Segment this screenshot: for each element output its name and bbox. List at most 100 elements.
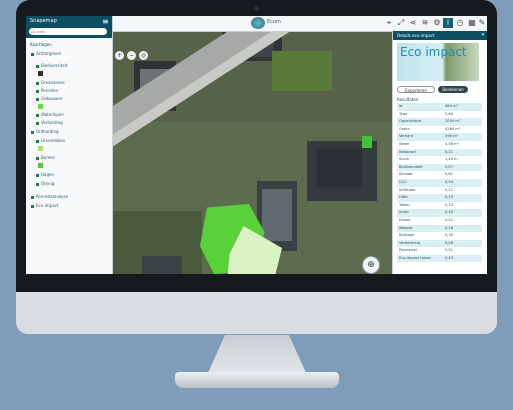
banner-text: Eco impact [400, 45, 467, 59]
table-value: 0,43 [445, 255, 454, 260]
sidebar-item-label: Groenzones [41, 80, 65, 85]
table-row: Bebouwd 0,21 [397, 148, 482, 157]
detail-panel: Details eco-impact × Eco impact Exporter… [392, 31, 487, 274]
table-value: 0,18 [445, 225, 454, 230]
checkbox-icon[interactable] [36, 139, 39, 143]
checkbox-icon[interactable] [36, 64, 39, 68]
calculate-button[interactable]: Berekenen [438, 86, 468, 93]
info-icon[interactable]: i [443, 18, 453, 28]
table-row: Verhard 396 m² [397, 133, 482, 141]
table-row: Id 484 m² [397, 103, 482, 111]
checkbox-icon[interactable] [36, 156, 39, 160]
sidebar-item[interactable]: Overig [36, 181, 54, 186]
map-lawn [272, 51, 332, 91]
search-input[interactable] [29, 28, 107, 35]
table-key: Potentieel [399, 248, 417, 253]
table-key: Verhard [399, 134, 413, 139]
table-value: 0,61 [445, 172, 454, 177]
table-row: Klasse 0,21 [397, 217, 482, 225]
table-key: Oppervlakte [399, 119, 422, 124]
table-value: 0,26 [445, 240, 454, 245]
sidebar-item[interactable]: Verharding [36, 120, 63, 125]
table-value: 4264 m² [445, 126, 461, 131]
zoom-in-icon[interactable]: + [115, 51, 124, 60]
table-key: Verbetering [399, 240, 421, 245]
map-canvas[interactable]: + − ◎ ⊕ [112, 31, 392, 274]
eco-impact-banner: Eco impact [397, 43, 479, 81]
sidebar-item[interactable]: Achtergrond [31, 51, 61, 56]
sidebar-item[interactable]: Groenzones [36, 80, 65, 85]
sidebar-item-label: Bomen [41, 155, 56, 160]
table-value: 0,33 [445, 202, 454, 207]
monitor-stand-neck [207, 335, 307, 375]
table-key: Type [399, 111, 408, 116]
table-key: Id [399, 104, 403, 108]
table-row: Score 1,40 m [397, 156, 482, 164]
table-row: Type 0,84 [397, 111, 482, 119]
clock-icon[interactable]: ◷ [455, 18, 465, 28]
checkbox-icon[interactable] [31, 204, 34, 208]
fullscreen-icon[interactable]: ⤢ [396, 18, 406, 28]
table-value: 0,22 [445, 187, 454, 192]
sidebar-item-label: Gebouwen [41, 96, 63, 101]
zoom-out-icon[interactable]: − [127, 51, 136, 60]
panel-title: Details eco-impact [397, 33, 435, 38]
table-key: Biodiversiteit [399, 164, 423, 169]
results-subtitle: Resultaten [397, 97, 419, 102]
edit-icon[interactable]: ✎ [477, 18, 487, 28]
table-value: 0,40 [445, 210, 454, 215]
share-icon[interactable]: ⋖ [408, 18, 418, 28]
checkbox-icon[interactable] [36, 121, 39, 125]
sidebar-item[interactable]: Groendaken [36, 138, 65, 143]
table-key: Totaal [399, 202, 410, 207]
checkbox-icon[interactable] [31, 52, 34, 56]
grid-icon[interactable]: ▦ [467, 18, 477, 28]
checkbox-icon[interactable] [31, 130, 34, 134]
sidebar-item-label: Biodiversiteit [41, 63, 68, 68]
close-icon[interactable]: × [481, 31, 485, 40]
sidebar-item-label: Achtergrond [36, 51, 61, 56]
map-building [142, 256, 182, 274]
eco-polygon-small[interactable] [362, 136, 372, 148]
sidebar-item[interactable]: Percelen [36, 88, 58, 93]
table-key: Waarde [399, 225, 413, 230]
table-key: CO2 [399, 179, 407, 184]
sidebar-section-label: Kaartlagen [30, 42, 52, 47]
table-value: 1,40 m [445, 157, 458, 162]
checkbox-icon[interactable] [36, 81, 39, 85]
sidebar-item[interactable]: Bomen [36, 155, 55, 160]
export-button[interactable]: Exporteren [397, 86, 435, 93]
table-row: Eco-impact totaal 0,43 [397, 254, 482, 263]
settings-icon[interactable]: ⚙ [432, 18, 442, 28]
table-row: Oppervlakte 2044 m² [397, 118, 482, 126]
checkbox-icon[interactable] [36, 89, 39, 93]
sidebar-item[interactable]: Biodiversiteit [36, 63, 67, 68]
table-key: Klimaat [399, 172, 413, 177]
monitor: + − ◎ ⊕ Ecom ⌖ ⤢ ⋖ ≋ ⚙ i ◷ ▦ ✎ Snapemap … [16, 0, 497, 335]
sidebar-item[interactable]: Hagen [36, 172, 54, 177]
locate-icon[interactable]: ◎ [139, 51, 148, 60]
sidebar-item[interactable]: Eco-impact [31, 203, 58, 208]
menu-icon[interactable]: ≡ [102, 17, 109, 26]
table-row: Water 0,56 m² [397, 141, 482, 149]
checkbox-icon[interactable] [31, 195, 34, 199]
measure-icon[interactable]: ⌖ [384, 18, 394, 28]
checkbox-icon[interactable] [36, 113, 39, 117]
sidebar-item-label: Ontharding [36, 129, 59, 134]
checkbox-icon[interactable] [36, 97, 39, 101]
camera-icon [254, 6, 259, 11]
table-row: Potentieel 0,51 [397, 247, 482, 255]
sidebar-item-label: Verharding [41, 120, 63, 125]
sidebar-item[interactable]: Ontharding [31, 129, 59, 134]
table-row: Klimaat 0,61 [397, 171, 482, 179]
sidebar-item[interactable]: Waterlopen [36, 112, 64, 117]
checkbox-icon[interactable] [36, 173, 39, 177]
layers-icon[interactable]: ≋ [420, 18, 430, 28]
sidebar-item-label: Eco-impact [36, 203, 59, 208]
sidebar-item[interactable]: Gebouwen [36, 96, 62, 101]
table-key: Bebouwd [399, 149, 416, 154]
compass-icon[interactable]: ⊕ [362, 256, 380, 274]
sidebar-item[interactable]: Perceelsanalyse [31, 194, 68, 199]
checkbox-icon[interactable] [36, 182, 39, 186]
table-value: 0,30 [445, 233, 454, 238]
